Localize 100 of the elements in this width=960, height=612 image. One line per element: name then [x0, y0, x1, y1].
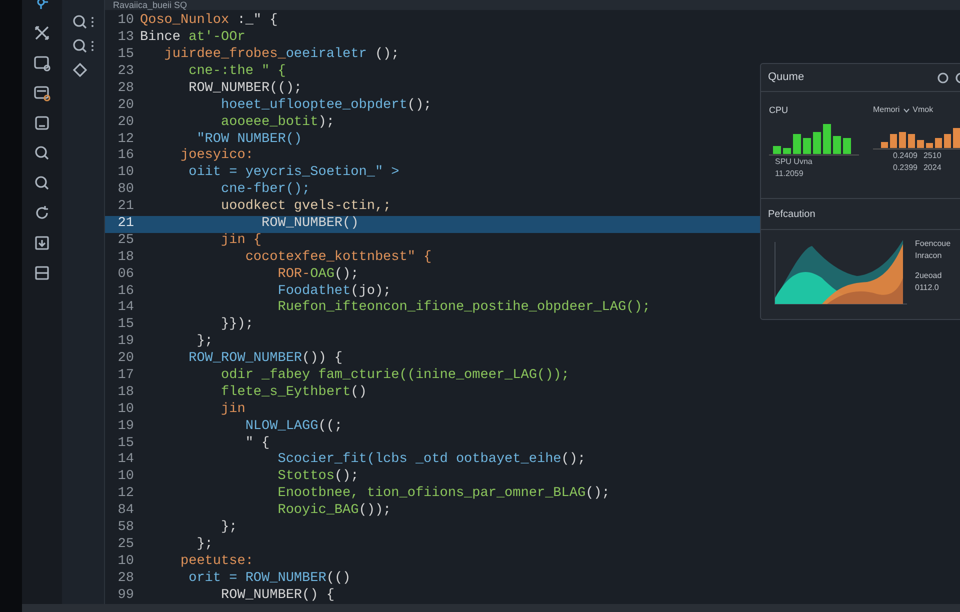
line-number: 16	[116, 282, 135, 301]
code-line: Ruefon_ifteoncon_ifione_postihe_obpdeer_LAG();	[276, 299, 650, 318]
cpu-caption: SPU Uvna	[775, 156, 814, 168]
more-icon[interactable]	[91, 40, 94, 52]
memory-value: 2024	[923, 162, 942, 174]
code-line: jin {	[220, 232, 262, 250]
memory-label: Vmok	[912, 104, 934, 116]
code-line: cne-:the " {	[188, 63, 286, 81]
line-number: 10	[116, 552, 135, 571]
line-number: 16	[116, 147, 135, 166]
panel-icon[interactable]	[33, 264, 51, 282]
line-number: 10	[116, 400, 135, 419]
document-icon[interactable]	[33, 114, 51, 132]
code-line: Qoso_Nunlox :_" {	[140, 12, 278, 30]
caret-icon[interactable]	[902, 108, 910, 112]
code-line: peetutse:	[180, 552, 254, 571]
code-line: orit = ROW_NUMBER(()	[188, 570, 351, 588]
line-number: 15	[116, 434, 135, 453]
search-icon[interactable]	[72, 14, 87, 29]
legend-label: Inracon	[915, 250, 943, 262]
code-line: joesyico:	[180, 147, 254, 165]
code-line: Scocier_fit(lcbs _otd ootbayet_eihe();	[276, 451, 586, 469]
code-line: ROW_NUMBER()	[260, 215, 359, 234]
line-number: 10	[116, 12, 135, 30]
code-line: juirdee_frobes_oeeiraletr ();	[163, 46, 400, 64]
memory-value: 0.2399	[893, 162, 918, 174]
line-number: 28	[116, 80, 135, 98]
line-number: 15	[116, 46, 135, 64]
code-line: " {	[244, 434, 270, 453]
window-icon[interactable]	[33, 84, 51, 102]
code-line: oiit = yeycris_Soetion_" >	[188, 164, 400, 182]
code-line: aooeee_botit);	[220, 114, 334, 132]
line-number: 28	[116, 570, 135, 588]
line-number: 84	[116, 502, 135, 520]
memory-label: Memori	[873, 104, 900, 116]
window-icon[interactable]	[33, 54, 51, 72]
code-line: jin	[220, 400, 246, 419]
code-line: cocotexfee_kottnbest" {	[244, 248, 432, 267]
memory-value: 2510	[923, 150, 942, 162]
code-line: Bince at'-OOr	[140, 29, 246, 47]
code-line: ROW_NUMBER(();	[188, 80, 302, 98]
line-number: 99	[116, 586, 135, 605]
line-number: 25	[116, 536, 135, 554]
line-number: 12	[116, 130, 135, 149]
line-number: 17	[116, 367, 135, 386]
code-line: NLOW_LAGG((;	[244, 418, 343, 436]
code-line: ROW_ROW_NUMBER()) {	[188, 350, 343, 368]
code-line: };	[220, 519, 238, 538]
memory-value: 0.2409	[893, 150, 918, 162]
line-number: 58	[116, 519, 135, 538]
code-line: Foodathet(jo);	[276, 282, 392, 300]
line-number: 14	[116, 451, 135, 470]
line-number: 12	[116, 485, 135, 504]
code-line: odir _fabey fam_cturie((inine_omeer_LAG());	[220, 367, 570, 385]
line-number: 13	[116, 29, 135, 48]
line-number: 14	[116, 299, 135, 318]
cpu-value: 11.2059	[775, 168, 804, 180]
code-line: flete_s_Eythbert()	[220, 384, 367, 402]
line-number: 19	[116, 418, 135, 436]
line-number: 18	[116, 384, 135, 402]
code-line: hoeet_uflooptee_obpdert();	[220, 96, 432, 115]
cpu-label: CPU	[769, 104, 790, 117]
line-number: 10	[116, 468, 135, 486]
code-line: };	[196, 333, 213, 352]
code-line: }});	[220, 316, 254, 334]
line-number: 20	[116, 96, 135, 115]
line-number: 06	[116, 266, 135, 284]
more-icon[interactable]	[91, 16, 94, 28]
code-line: ROW_NUMBER() {	[220, 586, 334, 605]
code-line: ROR-OAG();	[276, 266, 359, 284]
download-icon[interactable]	[33, 234, 51, 252]
code-line: uoodkect gvels-ctin,;	[220, 198, 392, 216]
line-number: 20	[116, 350, 135, 368]
line-number: 18	[116, 248, 135, 267]
line-number: 19	[116, 333, 135, 352]
line-number: 80	[116, 181, 135, 200]
line-number: 21	[116, 198, 135, 216]
code-line: Stottos();	[276, 468, 359, 486]
section-title: Pefcaution	[768, 208, 816, 222]
line-number: 25	[116, 232, 135, 250]
line-number: 21	[116, 215, 135, 234]
diamond-icon[interactable]	[72, 62, 87, 77]
line-number: 10	[116, 164, 135, 182]
search-icon[interactable]	[33, 144, 51, 162]
code-line: "ROW NUMBER()	[196, 130, 302, 148]
search-icon[interactable]	[33, 174, 51, 192]
code-line: Rooyic_BAG());	[276, 502, 392, 520]
code-line: Enootbnee, tion_ofiions_par_omner_BLAG();	[276, 485, 610, 503]
legend-label: 2ueoad	[915, 270, 943, 282]
cross-arrows-icon[interactable]	[33, 24, 51, 42]
code-line: cne-fber();	[220, 181, 310, 199]
line-number: 20	[116, 114, 135, 132]
editor-title: Ravaiica_bueii SQ	[113, 1, 188, 10]
search-icon[interactable]	[72, 38, 87, 53]
code-line: };	[196, 536, 213, 554]
refresh-icon[interactable]	[33, 204, 51, 222]
legend-label: 0112.0	[915, 282, 940, 294]
line-number: 15	[116, 316, 135, 334]
panel-title: Quume	[768, 70, 806, 86]
line-number: 23	[116, 63, 135, 81]
